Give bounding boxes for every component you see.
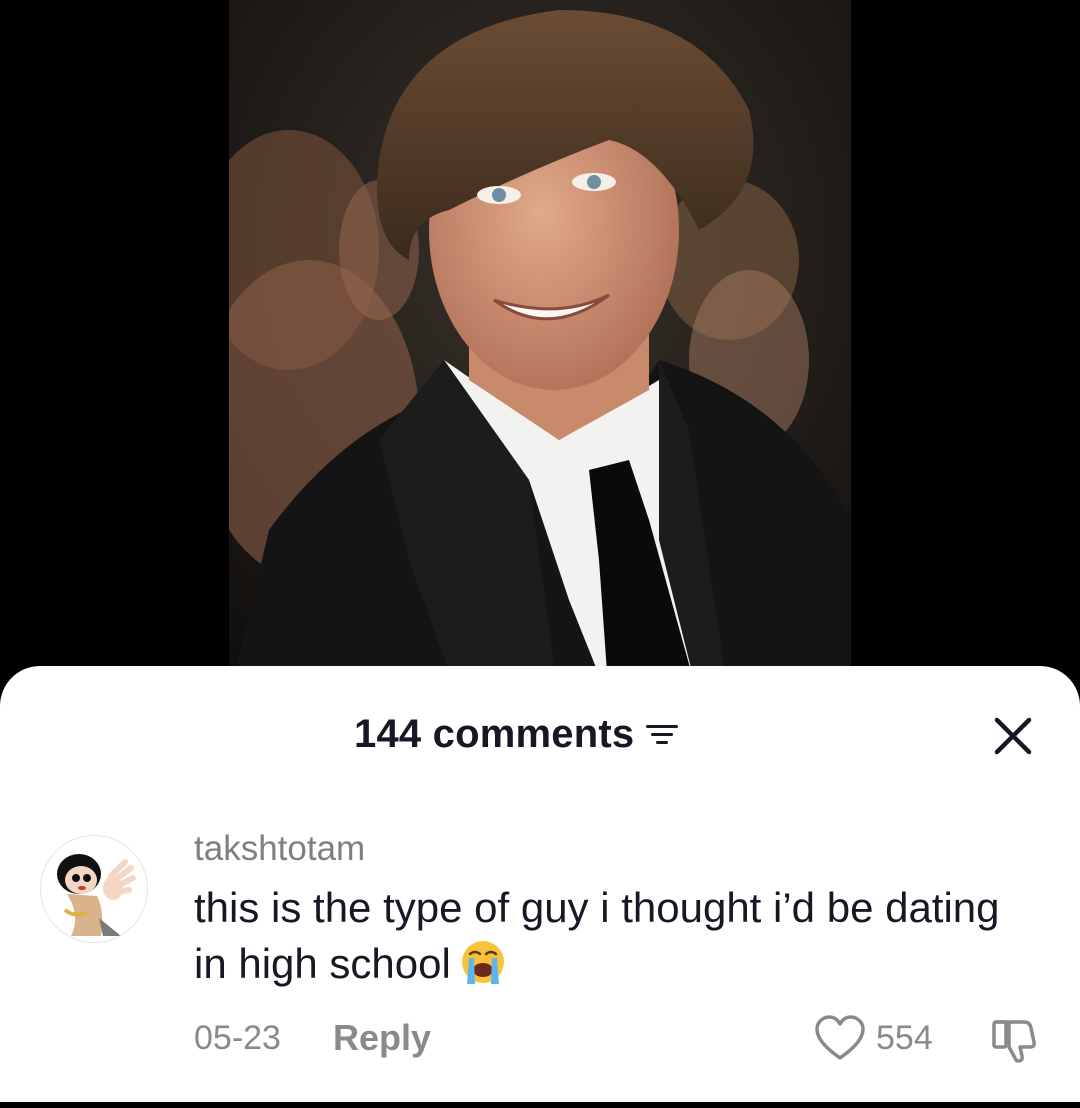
like-button[interactable]: 554 xyxy=(814,1012,933,1064)
avatar[interactable] xyxy=(40,835,148,943)
video-area[interactable] xyxy=(0,0,1080,700)
reply-button[interactable]: Reply xyxy=(333,1017,431,1059)
comment-username[interactable]: takshtotam xyxy=(194,828,365,870)
thumbs-down-icon xyxy=(992,1020,1036,1063)
video-photo[interactable] xyxy=(229,0,851,700)
comments-count[interactable]: 144 comments xyxy=(354,710,680,758)
like-count: 554 xyxy=(876,1018,933,1057)
comment-text: this is the type of guy i thought i’d be… xyxy=(194,880,1014,992)
sort-filter-icon[interactable] xyxy=(644,719,680,749)
close-icon xyxy=(994,717,1032,755)
comment-item: takshtotam this is the type of guy i tho… xyxy=(0,826,1080,1066)
comment-meta: 05-23 Reply xyxy=(194,1016,431,1060)
heart-outline-icon xyxy=(815,1015,865,1060)
screen: 144 comments takshtotam this is the type… xyxy=(0,0,1080,1108)
comments-header: 144 comments xyxy=(0,666,1080,800)
comment-body: this is the type of guy i thought i’d be… xyxy=(194,884,1000,987)
bottom-edge xyxy=(0,1102,1080,1108)
portrait-image xyxy=(229,0,851,700)
dislike-button[interactable] xyxy=(988,1012,1042,1066)
close-button[interactable] xyxy=(990,713,1036,759)
comments-sheet: 144 comments takshtotam this is the type… xyxy=(0,666,1080,1102)
comment-date: 05-23 xyxy=(194,1018,281,1057)
comments-count-label: 144 comments xyxy=(354,711,635,756)
loudly-crying-face-emoji-icon xyxy=(459,938,507,986)
